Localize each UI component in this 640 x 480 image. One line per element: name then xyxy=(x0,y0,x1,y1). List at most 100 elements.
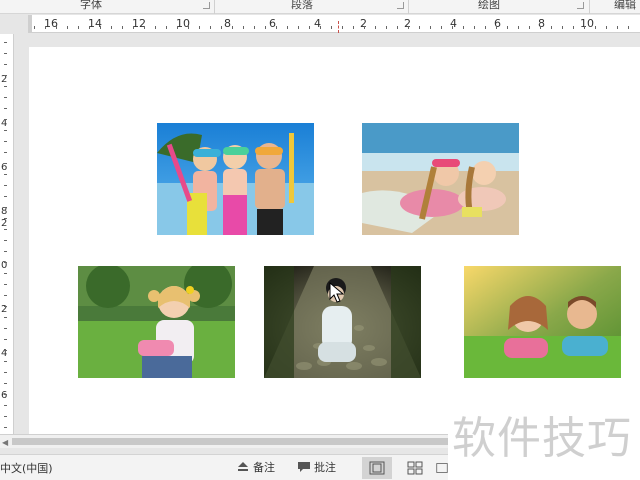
reading-view-button[interactable] xyxy=(436,457,448,479)
ruler-tick xyxy=(342,26,343,29)
girl-on-cobblestone-photo[interactable] xyxy=(264,266,421,378)
ruler-tick xyxy=(232,26,233,29)
ruler-tick xyxy=(287,26,288,29)
ruler-tick xyxy=(188,26,189,29)
kids-with-snorkels-photo[interactable] xyxy=(157,123,314,235)
ruler-tick xyxy=(485,26,486,29)
status-bar: 中文(中国) 备注 批注 xyxy=(0,454,448,480)
ruler-tick xyxy=(45,26,46,29)
scrollbar-thumb[interactable] xyxy=(12,438,448,445)
language-indicator[interactable]: 中文(中国) xyxy=(0,460,53,476)
ribbon-separator xyxy=(408,0,409,14)
ruler-tick xyxy=(4,262,7,263)
ruler-tick xyxy=(507,26,508,29)
ruler-tick xyxy=(155,26,156,29)
slide-sorter-icon xyxy=(407,461,423,475)
ruler-tick xyxy=(4,394,7,395)
ruler-tick xyxy=(4,163,7,164)
ruler-tick xyxy=(4,185,7,186)
normal-view-button[interactable] xyxy=(362,457,392,479)
ruler-tick xyxy=(595,26,596,29)
ruler-tick xyxy=(4,130,7,131)
ruler-tick xyxy=(353,26,354,29)
ruler-tick xyxy=(4,174,7,175)
notes-button[interactable]: 备注 xyxy=(236,458,275,476)
ruler-label: 6 xyxy=(269,17,276,30)
ruler-tick xyxy=(518,26,519,29)
ruler-tick xyxy=(4,108,7,109)
ruler-tick xyxy=(4,97,7,98)
ruler-tick xyxy=(122,26,123,29)
ruler-tick xyxy=(4,64,7,65)
ruler-tick xyxy=(551,26,552,29)
ruler-tick xyxy=(254,26,255,29)
ruler-tick xyxy=(100,26,101,29)
ruler-tick xyxy=(4,317,7,318)
presentation-window: 字体 段落 绘图 编辑 16 14 12 10 8 6 4 2 2 4 6 8 … xyxy=(0,0,640,480)
ruler-tick xyxy=(177,26,178,29)
ruler-tick xyxy=(4,207,7,208)
ruler-tick xyxy=(4,119,7,120)
ruler-label: 2 xyxy=(1,218,8,229)
drawing-dialog-launcher-icon[interactable] xyxy=(577,2,584,9)
ruler-tick xyxy=(111,26,112,29)
ruler-tick xyxy=(78,26,79,29)
paragraph-dialog-launcher-icon[interactable] xyxy=(397,2,404,9)
ribbon-separator xyxy=(589,0,590,14)
comments-label: 批注 xyxy=(314,461,336,474)
ruler-tick xyxy=(4,273,7,274)
ruler-tick xyxy=(375,26,376,29)
ruler-tick xyxy=(4,372,7,373)
ruler-tick xyxy=(529,26,530,29)
ruler-tick xyxy=(452,26,453,29)
normal-view-icon xyxy=(369,461,385,475)
horizontal-scrollbar[interactable]: ◀ xyxy=(0,434,448,448)
slide[interactable] xyxy=(29,47,640,434)
ruler-position-marker xyxy=(338,21,339,33)
ribbon-group-editing: 编辑 xyxy=(614,0,636,11)
horizontal-ruler: 16 14 12 10 8 6 4 2 2 4 6 8 10 xyxy=(28,15,640,33)
ruler-tick xyxy=(4,284,7,285)
ruler-tick xyxy=(144,26,145,29)
ruler-tick xyxy=(419,26,420,29)
ruler-label: 8 xyxy=(224,17,231,30)
ruler-tick xyxy=(4,53,7,54)
ruler-tick xyxy=(441,26,442,29)
watermark-text: 软件技巧 xyxy=(452,413,632,464)
ruler-tick xyxy=(4,416,7,417)
ribbon-group-drawing: 绘图 xyxy=(478,0,500,11)
ruler-tick xyxy=(4,295,7,296)
ruler-tick xyxy=(562,26,563,29)
slide-sorter-view-button[interactable] xyxy=(400,457,430,479)
notes-icon xyxy=(238,462,248,471)
ribbon-group-paragraph: 段落 xyxy=(291,0,313,11)
ribbon-separator xyxy=(214,0,215,14)
ruler-tick xyxy=(199,26,200,29)
scroll-left-icon[interactable]: ◀ xyxy=(2,438,8,447)
comment-icon xyxy=(298,462,310,472)
ruler-label: 10 xyxy=(580,17,594,30)
ruler-tick xyxy=(221,26,222,29)
ruler-label: 6 xyxy=(1,390,8,401)
ruler-tick xyxy=(4,196,7,197)
girl-on-grass-photo[interactable] xyxy=(78,266,235,378)
mouse-cursor-icon xyxy=(329,282,345,303)
ruler-tick xyxy=(496,26,497,29)
ruler-tick xyxy=(4,350,7,351)
ruler-tick xyxy=(4,86,7,87)
ruler-tick xyxy=(4,251,7,252)
ruler-tick xyxy=(34,26,35,29)
notes-label: 备注 xyxy=(253,461,275,474)
ruler-tick xyxy=(4,361,7,362)
ruler-tick xyxy=(89,26,90,29)
comments-button[interactable]: 批注 xyxy=(297,458,336,476)
girls-on-beach-photo[interactable] xyxy=(362,123,519,235)
ruler-tick xyxy=(133,26,134,29)
font-dialog-launcher-icon[interactable] xyxy=(203,2,210,9)
ruler-tick xyxy=(4,152,7,153)
ribbon-group-font: 字体 xyxy=(80,0,102,11)
ruler-tick xyxy=(210,26,211,29)
ruler-tick xyxy=(4,427,7,428)
ruler-tick xyxy=(463,26,464,29)
kids-lying-on-grass-photo[interactable] xyxy=(464,266,621,378)
